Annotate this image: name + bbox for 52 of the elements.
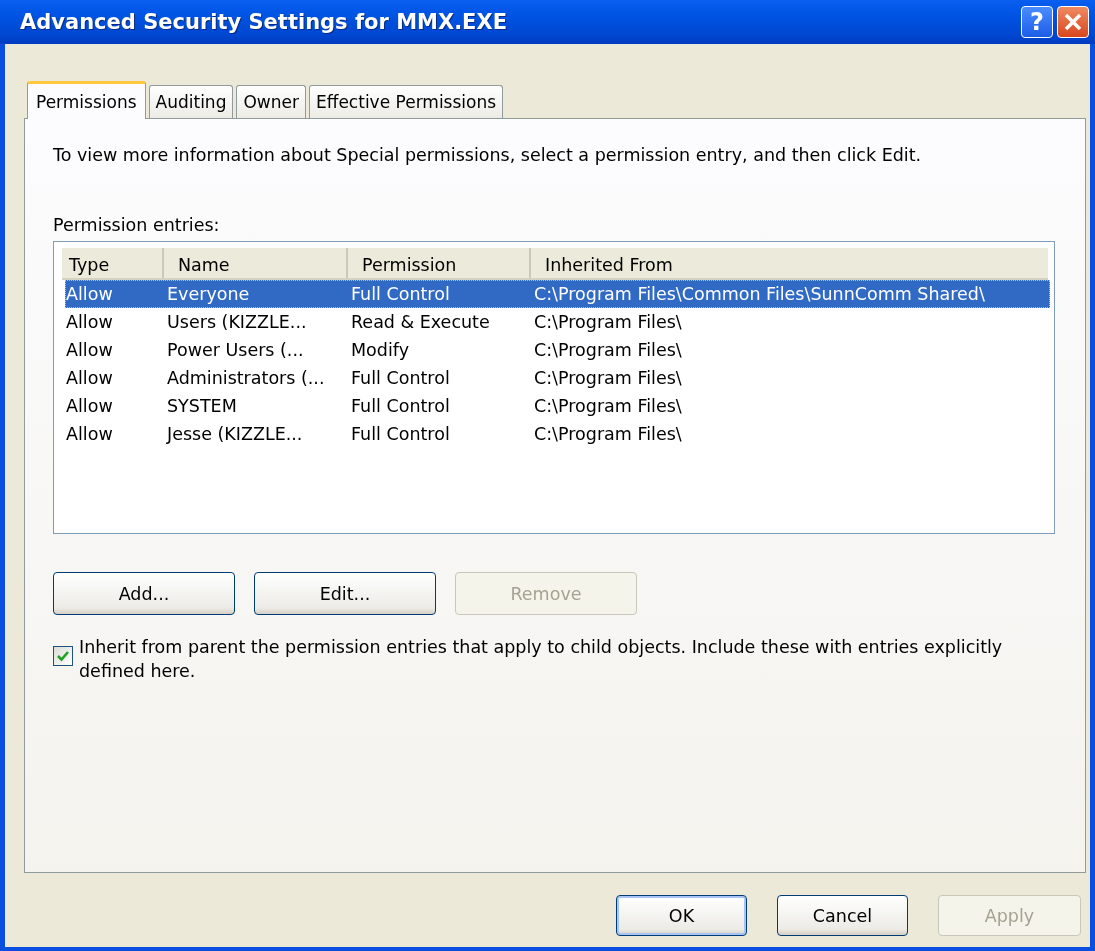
- table-cell-text: Read & Execute: [350, 312, 491, 332]
- table-cell-text: Allow: [66, 340, 114, 360]
- close-icon: [1063, 12, 1083, 32]
- entry-button[interactable]: Add...: [53, 572, 235, 615]
- tab[interactable]: Owner: [236, 85, 306, 118]
- table-cell-text: Full Control: [350, 396, 451, 416]
- table-cell-text: C:\Program Files\: [533, 368, 683, 388]
- permission-list[interactable]: [53, 241, 1055, 534]
- table-cell-text: Allow: [66, 396, 114, 416]
- table-cell-text: Users (KIZZLE...: [166, 312, 308, 332]
- tab[interactable]: Effective Permissions: [308, 85, 504, 118]
- permission-row[interactable]: Allow Power Users (... Modify C:\Program Files\: [65, 336, 1050, 364]
- table-cell-text: Modify: [350, 340, 410, 360]
- tab[interactable]: Permissions: [27, 81, 146, 119]
- window-title: Advanced Security Settings for MMX.EXE: [20, 10, 508, 34]
- table-cell-text: Full Control: [350, 424, 451, 444]
- column-header[interactable]: Name: [162, 248, 346, 278]
- table-cell-text: C:\Program Files\: [533, 396, 683, 416]
- help-button[interactable]: ?: [1021, 6, 1053, 38]
- table-cell-text: Allow: [66, 368, 114, 388]
- table-cell-text: Full Control: [350, 284, 451, 304]
- table-cell-text: Everyone: [166, 284, 251, 304]
- entry-button[interactable]: Edit...: [254, 572, 436, 615]
- table-cell-text: Full Control: [350, 368, 451, 388]
- table-cell-text: Jesse (KIZZLE...: [166, 424, 304, 444]
- table-cell-text: C:\Program Files\: [533, 312, 683, 332]
- table-cell-text: Allow: [66, 284, 114, 304]
- table-cell-text: Power Users (...: [166, 340, 305, 360]
- checkbox-label: Inherit from parent the permission entries that apply to child objects. Include these with entries explicitly defined here.: [79, 636, 1004, 683]
- instruction-text: To view more information about Special permissions, select a permission entry, and then click Edit.: [53, 145, 923, 165]
- table-cell-text: Allow: [66, 424, 114, 444]
- dialog-button[interactable]: Cancel: [777, 895, 908, 936]
- close-button[interactable]: [1057, 6, 1089, 38]
- column-header[interactable]: Type: [62, 248, 162, 278]
- tab[interactable]: Auditing: [148, 85, 234, 118]
- table-cell-text: Allow: [66, 312, 114, 332]
- table-cell-text: Administrators (...: [166, 368, 326, 388]
- permission-row[interactable]: Allow Jesse (KIZZLE... Full Control C:\Program Files\: [65, 420, 1050, 448]
- column-header[interactable]: Inherited From: [529, 248, 1048, 278]
- dialog-button[interactable]: OK: [616, 895, 747, 936]
- permission-row[interactable]: Allow SYSTEM Full Control C:\Program Files\: [65, 392, 1050, 420]
- check-icon: [56, 649, 70, 663]
- table-cell-text: C:\Program Files\: [533, 340, 683, 360]
- permission-row[interactable]: Allow Users (KIZZLE... Read & Execute C:\Program Files\: [65, 308, 1050, 336]
- table-cell-text: C:\Program Files\Common Files\SunnComm Shared\: [533, 284, 986, 304]
- permission-row[interactable]: Allow Administrators (... Full Control C:\Program Files\: [65, 364, 1050, 392]
- column-header[interactable]: Permission: [346, 248, 529, 278]
- permission-row[interactable]: Allow Everyone Full Control C:\Program Files\Common Files\SunnComm Shared\: [65, 280, 1050, 308]
- inherit-checkbox[interactable]: [53, 646, 73, 666]
- table-cell-text: C:\Program Files\: [533, 424, 683, 444]
- table-cell-text: SYSTEM: [166, 396, 238, 416]
- list-label: Permission entries:: [53, 215, 221, 235]
